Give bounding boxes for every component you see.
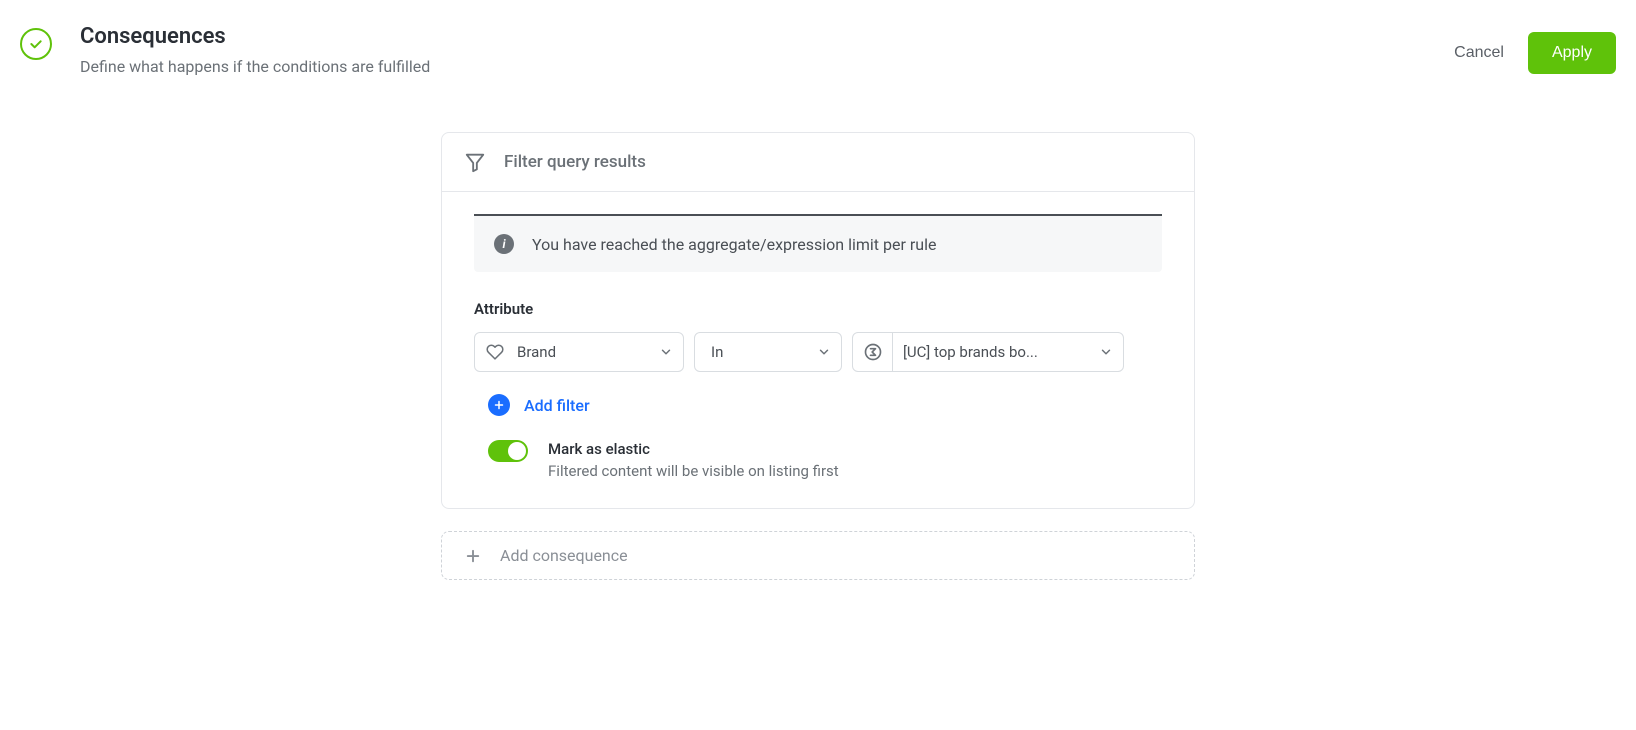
elastic-title: Mark as elastic [548, 440, 839, 458]
header-row: Consequences Define what happens if the … [0, 0, 1636, 76]
info-message: You have reached the aggregate/expressio… [532, 235, 936, 254]
apply-button[interactable]: Apply [1528, 32, 1616, 74]
add-consequence-label: Add consequence [500, 546, 628, 565]
heart-icon [475, 343, 515, 361]
funnel-icon [464, 151, 486, 173]
header-titles: Consequences Define what happens if the … [80, 24, 1446, 76]
add-filter-label: Add filter [524, 396, 590, 415]
attribute-value: Brand [515, 343, 649, 361]
sigma-icon [853, 333, 893, 371]
plus-icon [464, 547, 482, 565]
filter-row: Brand In [474, 332, 1162, 372]
filter-panel: Filter query results i You have reached … [441, 132, 1195, 509]
chevron-down-icon [649, 345, 683, 359]
chevron-down-icon [807, 345, 841, 359]
value-text: [UC] top brands bo... [893, 343, 1089, 361]
elastic-toggle-row: Mark as elastic Filtered content will be… [488, 440, 1162, 480]
plus-circle-icon [488, 394, 510, 416]
value-select[interactable]: [UC] top brands bo... [852, 332, 1124, 372]
add-consequence-button[interactable]: Add consequence [441, 531, 1195, 580]
panel-header-title: Filter query results [504, 152, 646, 172]
elastic-toggle[interactable] [488, 440, 528, 462]
info-icon: i [494, 234, 514, 254]
attribute-select[interactable]: Brand [474, 332, 684, 372]
operator-value: In [695, 343, 807, 361]
operator-select[interactable]: In [694, 332, 842, 372]
filter-panel-header: Filter query results [442, 133, 1194, 192]
add-filter-button[interactable]: Add filter [488, 394, 1162, 416]
header-actions: Cancel Apply [1446, 32, 1616, 74]
cancel-button[interactable]: Cancel [1446, 34, 1512, 72]
attribute-label: Attribute [474, 300, 1162, 318]
status-check-icon [20, 28, 52, 60]
page-title: Consequences [80, 24, 1446, 49]
elastic-description: Filtered content will be visible on list… [548, 462, 839, 480]
chevron-down-icon [1089, 345, 1123, 359]
info-banner: i You have reached the aggregate/express… [474, 214, 1162, 272]
page-subtitle: Define what happens if the conditions ar… [80, 57, 1446, 76]
